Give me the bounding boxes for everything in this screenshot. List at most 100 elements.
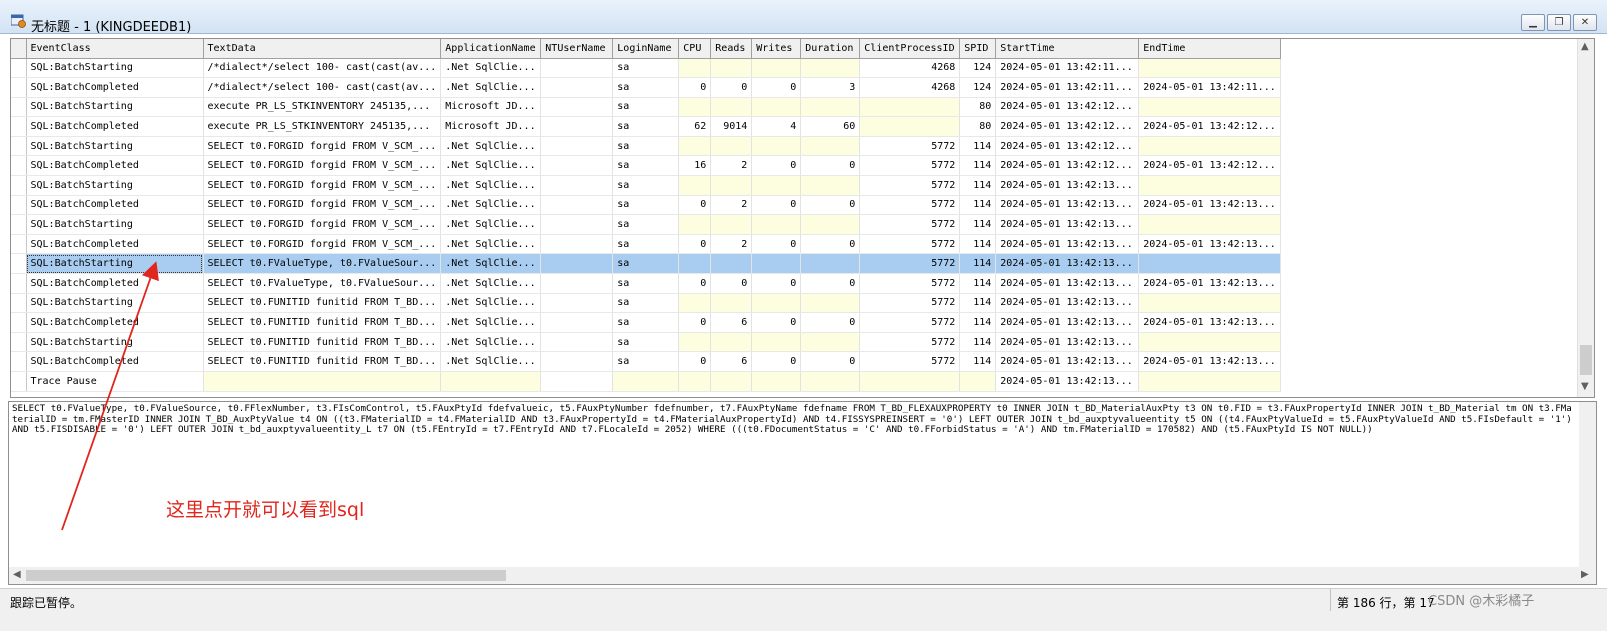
cell-cpid[interactable] bbox=[859, 97, 961, 118]
cell-reads[interactable] bbox=[710, 253, 753, 275]
table-row[interactable]: SQL:BatchCompleted SELECT t0.FValueType, … bbox=[11, 273, 1281, 294]
cell-app[interactable]: .Net SqlClie... bbox=[440, 273, 542, 294]
row-gutter[interactable] bbox=[11, 273, 27, 294]
cell-cpu[interactable]: 62 bbox=[678, 116, 712, 137]
cell-app[interactable] bbox=[440, 371, 542, 392]
cell-start[interactable]: 2024-05-01 13:42:13... bbox=[995, 195, 1140, 216]
scroll-up-arrow-icon[interactable]: ▲ bbox=[1581, 41, 1589, 52]
cell-start[interactable]: 2024-05-01 13:42:12... bbox=[995, 97, 1140, 118]
cell-text[interactable]: /*dialect*/select 100- cast(cast(av... bbox=[203, 58, 442, 79]
cell-cpid[interactable]: 4268 bbox=[859, 77, 961, 98]
cell-ntuser[interactable] bbox=[540, 234, 614, 255]
cell-text[interactable]: SELECT t0.FORGID forgid FROM V_SCM_... bbox=[203, 234, 442, 255]
sql-scroll-thumb[interactable] bbox=[26, 570, 506, 581]
cell-ntuser[interactable] bbox=[540, 312, 614, 333]
cell-login[interactable]: sa bbox=[612, 116, 680, 137]
cell-end[interactable]: 2024-05-01 13:42:12... bbox=[1138, 116, 1281, 137]
table-row[interactable]: SQL:BatchCompleted/*dialect*/select 100-… bbox=[11, 77, 1281, 98]
cell-reads[interactable] bbox=[710, 136, 753, 157]
cell-reads[interactable]: 6 bbox=[710, 351, 753, 372]
row-gutter[interactable] bbox=[11, 195, 27, 216]
cell-event[interactable]: SQL:BatchStarting bbox=[26, 175, 204, 196]
cell-ntuser[interactable] bbox=[540, 253, 614, 275]
cell-event[interactable]: SQL:BatchCompleted bbox=[26, 116, 204, 137]
column-header-applicationname[interactable]: ApplicationName bbox=[440, 39, 542, 59]
cell-cpid[interactable]: 5772 bbox=[859, 195, 961, 216]
cell-spid[interactable]: 124 bbox=[959, 77, 997, 98]
cell-writes[interactable] bbox=[751, 175, 802, 196]
minimize-button[interactable]: ▁ bbox=[1521, 14, 1545, 31]
cell-event[interactable]: SQL:BatchStarting bbox=[26, 214, 204, 235]
row-gutter[interactable] bbox=[11, 175, 27, 196]
grid-vertical-scrollbar[interactable]: ▲ ▼ bbox=[1577, 39, 1594, 397]
cell-spid[interactable]: 114 bbox=[959, 175, 997, 196]
cell-text[interactable]: SELECT t0.FORGID forgid FROM V_SCM_... bbox=[203, 214, 442, 235]
cell-ntuser[interactable] bbox=[540, 77, 614, 98]
cell-login[interactable]: sa bbox=[612, 214, 680, 235]
cell-start[interactable]: 2024-05-01 13:42:11... bbox=[995, 58, 1140, 79]
row-gutter[interactable] bbox=[11, 97, 27, 118]
cell-writes[interactable] bbox=[751, 97, 802, 118]
cell-start[interactable]: 2024-05-01 13:42:13... bbox=[995, 332, 1140, 353]
cell-app[interactable]: .Net SqlClie... bbox=[440, 155, 542, 177]
close-button[interactable]: ✕ bbox=[1573, 14, 1597, 31]
column-header-spid[interactable]: SPID bbox=[959, 39, 997, 59]
cell-reads[interactable]: 0 bbox=[710, 77, 753, 98]
table-row[interactable]: SQL:BatchStarting SELECT t0.FORGID forgid… bbox=[11, 214, 1281, 235]
cell-cpu[interactable]: 16 bbox=[678, 155, 712, 177]
scroll-left-arrow-icon[interactable]: ◀ bbox=[13, 569, 21, 580]
cell-text[interactable]: SELECT t0.FUNITID funitid FROM T_BD... bbox=[203, 312, 442, 333]
cell-writes[interactable] bbox=[751, 58, 802, 79]
cell-writes[interactable] bbox=[751, 332, 802, 353]
cell-event[interactable]: SQL:BatchCompleted bbox=[26, 77, 204, 98]
cell-writes[interactable] bbox=[751, 136, 802, 157]
cell-ntuser[interactable] bbox=[540, 351, 614, 372]
cell-app[interactable]: .Net SqlClie... bbox=[440, 136, 542, 157]
cell-writes[interactable] bbox=[751, 253, 802, 275]
cell-text[interactable]: SELECT t0.FORGID forgid FROM V_SCM_... bbox=[203, 175, 442, 196]
cell-cpid[interactable]: 5772 bbox=[859, 293, 961, 314]
cell-writes[interactable] bbox=[751, 214, 802, 235]
cell-end[interactable] bbox=[1138, 214, 1281, 235]
cell-ntuser[interactable] bbox=[540, 273, 614, 294]
cell-text[interactable]: execute PR_LS_STKINVENTORY 245135,... bbox=[203, 97, 442, 118]
cell-login[interactable]: sa bbox=[612, 293, 680, 314]
row-gutter[interactable] bbox=[11, 136, 27, 157]
cell-duration[interactable] bbox=[800, 332, 861, 353]
cell-event[interactable]: SQL:BatchStarting bbox=[26, 97, 204, 118]
cell-event[interactable]: SQL:BatchCompleted bbox=[26, 312, 204, 333]
cell-duration[interactable]: 0 bbox=[800, 312, 861, 333]
cell-ntuser[interactable] bbox=[540, 58, 614, 79]
cell-event[interactable]: SQL:BatchCompleted bbox=[26, 351, 204, 372]
cell-reads[interactable] bbox=[710, 293, 753, 314]
cell-login[interactable]: sa bbox=[612, 195, 680, 216]
cell-writes[interactable]: 0 bbox=[751, 155, 802, 177]
cell-ntuser[interactable] bbox=[540, 332, 614, 353]
cell-spid[interactable]: 114 bbox=[959, 293, 997, 314]
table-row[interactable]: SQL:BatchStarting/*dialect*/select 100- … bbox=[11, 58, 1281, 79]
table-row[interactable]: SQL:BatchStarting execute PR_LS_STKINVEN… bbox=[11, 97, 1281, 118]
cell-cpu[interactable] bbox=[678, 97, 712, 118]
cell-spid[interactable]: 114 bbox=[959, 155, 997, 177]
cell-writes[interactable]: 0 bbox=[751, 77, 802, 98]
cell-writes[interactable]: 0 bbox=[751, 195, 802, 216]
cell-cpu[interactable]: 0 bbox=[678, 77, 712, 98]
cell-cpu[interactable] bbox=[678, 214, 712, 235]
row-gutter[interactable] bbox=[11, 116, 27, 137]
cell-end[interactable] bbox=[1138, 253, 1281, 275]
cell-ntuser[interactable] bbox=[540, 214, 614, 235]
cell-cpu[interactable]: 0 bbox=[678, 195, 712, 216]
cell-cpu[interactable] bbox=[678, 136, 712, 157]
cell-cpid[interactable]: 5772 bbox=[859, 234, 961, 255]
sql-text[interactable]: SELECT t0.FValueType, t0.FValueSource, t… bbox=[12, 403, 1572, 436]
row-gutter[interactable] bbox=[11, 351, 27, 372]
cell-duration[interactable] bbox=[800, 293, 861, 314]
cell-writes[interactable]: 0 bbox=[751, 273, 802, 294]
cell-end[interactable]: 2024-05-01 13:42:13... bbox=[1138, 195, 1281, 216]
cell-cpid[interactable]: 5772 bbox=[859, 273, 961, 294]
cell-end[interactable]: 2024-05-01 13:42:13... bbox=[1138, 273, 1281, 294]
cell-ntuser[interactable] bbox=[540, 155, 614, 177]
cell-text[interactable]: SELECT t0.FORGID forgid FROM V_SCM_... bbox=[203, 155, 442, 177]
cell-cpu[interactable]: 0 bbox=[678, 312, 712, 333]
cell-login[interactable] bbox=[612, 371, 680, 392]
